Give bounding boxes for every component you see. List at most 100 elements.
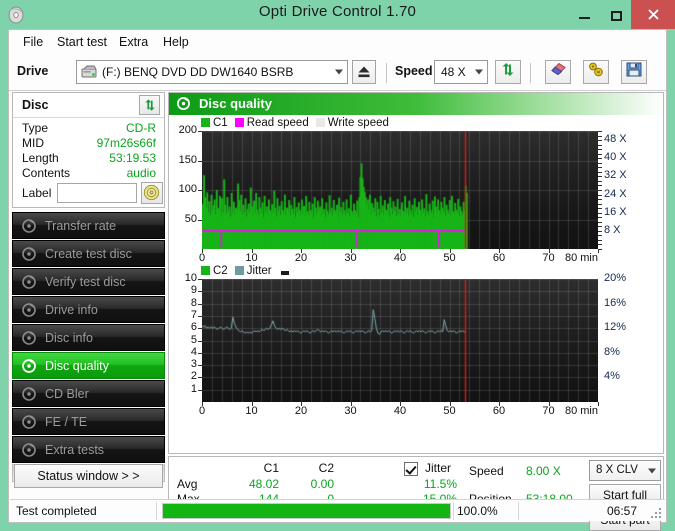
- axis-tick: [598, 231, 602, 232]
- drive-hardware-icon: [81, 65, 97, 79]
- axis-tick-label: 20: [295, 405, 307, 417]
- axis-tick-label: 8%: [604, 346, 620, 358]
- drive-label: Drive: [17, 64, 48, 78]
- axis-tick-label: 60: [493, 405, 505, 417]
- write-mode-select[interactable]: 8 X CLV: [589, 460, 661, 481]
- disc-test-icon: [21, 246, 37, 262]
- axis-tick-label: 40: [394, 405, 406, 417]
- axis-tick: [598, 208, 602, 209]
- tools-button[interactable]: [583, 60, 609, 84]
- axis-tick-label: 70: [542, 252, 554, 264]
- sidebar-item-cd-bler[interactable]: CD Bler: [12, 380, 165, 407]
- axis-tick: [598, 213, 602, 214]
- disc-value-length: 53:19.53: [109, 151, 156, 165]
- disc-panel-header: Disc: [13, 93, 164, 118]
- axis-tick-label: 100: [179, 183, 197, 195]
- chart1-legend: C1Read speedWrite speed: [201, 117, 396, 129]
- axis-tick: [198, 341, 202, 342]
- axis-tick: [598, 195, 602, 196]
- sidebar-item-label: FE / TE: [45, 415, 87, 429]
- speed-select[interactable]: 48 X: [434, 60, 488, 84]
- legend-label-jitter: Jitter: [247, 265, 272, 277]
- axis-tick: [198, 377, 202, 378]
- menu-file[interactable]: File: [17, 34, 49, 51]
- disc-key-type: Type: [22, 121, 48, 135]
- sidebar-item-create-test-disc[interactable]: Create test disc: [12, 240, 165, 267]
- sidebar-item-fe-te[interactable]: FE / TE: [12, 408, 165, 435]
- status-window-button[interactable]: Status window > >: [14, 464, 163, 488]
- disc-label-input[interactable]: [57, 183, 137, 203]
- drive-select[interactable]: (F:) BENQ DVD DD DW1640 BSRB: [76, 60, 348, 84]
- menu-start-test[interactable]: Start test: [51, 34, 113, 51]
- progress-bar: [162, 503, 451, 519]
- eject-button[interactable]: [352, 60, 376, 84]
- axis-tick: [198, 365, 202, 366]
- sidebar-item-verify-test-disc[interactable]: Verify test disc: [12, 268, 165, 295]
- axis-tick-label: 0: [199, 405, 205, 417]
- progress-percent-label: 100.0%: [457, 504, 498, 518]
- sidebar-item-label: Extra tests: [45, 443, 104, 457]
- jitter-header-label: Jitter: [425, 461, 451, 475]
- sidebar-item-disc-quality[interactable]: Disc quality: [12, 352, 165, 379]
- disc-key-contents: Contents: [22, 166, 70, 180]
- jitter-checkbox[interactable]: [404, 462, 418, 476]
- floppy-save-icon: [626, 62, 642, 83]
- disc-test-icon: [21, 358, 37, 374]
- stats-avg-c1: 48.02: [229, 477, 279, 491]
- axis-tick-label: 12%: [604, 321, 626, 333]
- legend-swatch-read-speed: [235, 118, 244, 127]
- axis-tick: [598, 163, 602, 164]
- save-button[interactable]: [621, 60, 647, 84]
- drive-toolbar: Drive (F:) BENQ DVD DD DW1640 BSRB: [9, 54, 666, 91]
- sidebar-item-label: Drive info: [45, 303, 98, 317]
- disc-refresh-button[interactable]: [139, 95, 160, 115]
- legend-label-c1: C1: [213, 117, 228, 129]
- disc-quality-header: Disc quality: [169, 93, 663, 115]
- client-area: File Start test Extra Help Drive (F:) BE…: [8, 29, 667, 523]
- menu-extra[interactable]: Extra: [113, 34, 154, 51]
- axis-tick: [252, 402, 253, 406]
- axis-tick: [198, 304, 202, 305]
- axis-tick-label: 9: [191, 284, 197, 296]
- axis-tick: [598, 185, 602, 186]
- sidebar-item-label: Create test disc: [45, 247, 132, 261]
- chevron-down-icon: [335, 70, 343, 75]
- eraser-icon: [549, 62, 567, 83]
- sidebar-item-drive-info[interactable]: Drive info: [12, 296, 165, 323]
- sidebar-item-label: Transfer rate: [45, 219, 116, 233]
- erase-button[interactable]: [545, 60, 571, 84]
- stats-avg-c2: 0.00: [289, 477, 334, 491]
- axis-tick-label: 40 X: [604, 151, 627, 163]
- sidebar-item-extra-tests[interactable]: Extra tests: [12, 436, 165, 463]
- refresh-button[interactable]: [495, 60, 521, 84]
- legend-swatch-c1: [201, 118, 210, 127]
- c1-error-chart[interactable]: [202, 131, 598, 249]
- axis-tick-label: 0: [199, 252, 205, 264]
- axis-tick: [598, 145, 602, 146]
- stats-header-c2: C2: [289, 461, 334, 475]
- chevron-down-icon: [648, 468, 656, 473]
- title-bar: Opti Drive Control 1.70: [0, 0, 675, 29]
- minimize-button[interactable]: [568, 0, 600, 29]
- menu-help[interactable]: Help: [157, 34, 195, 51]
- axis-tick-label: 50: [443, 405, 455, 417]
- close-button[interactable]: [631, 0, 675, 29]
- axis-tick: [598, 131, 602, 132]
- disc-test-icon: [21, 386, 37, 402]
- main-content: Disc quality C1Read speedWrite speed 50 1…: [168, 92, 664, 520]
- axis-tick-label: 4: [191, 346, 197, 358]
- maximize-button[interactable]: [600, 0, 632, 29]
- disc-value-type: CD-R: [126, 121, 156, 135]
- c2-jitter-chart[interactable]: [202, 279, 598, 402]
- disc-label-browse-button[interactable]: [141, 182, 163, 204]
- resize-grip[interactable]: [649, 506, 661, 518]
- axis-tick: [202, 249, 203, 253]
- axis-tick-label: 200: [179, 124, 197, 136]
- drive-select-value: (F:) BENQ DVD DD DW1640 BSRB: [102, 65, 293, 79]
- axis-tick-label: 1: [191, 383, 197, 395]
- tools-icon: [587, 62, 605, 83]
- sidebar-item-transfer-rate[interactable]: Transfer rate: [12, 212, 165, 239]
- axis-tick: [598, 140, 602, 141]
- disc-quality-title: Disc quality: [199, 96, 272, 111]
- sidebar-item-disc-info[interactable]: Disc info: [12, 324, 165, 351]
